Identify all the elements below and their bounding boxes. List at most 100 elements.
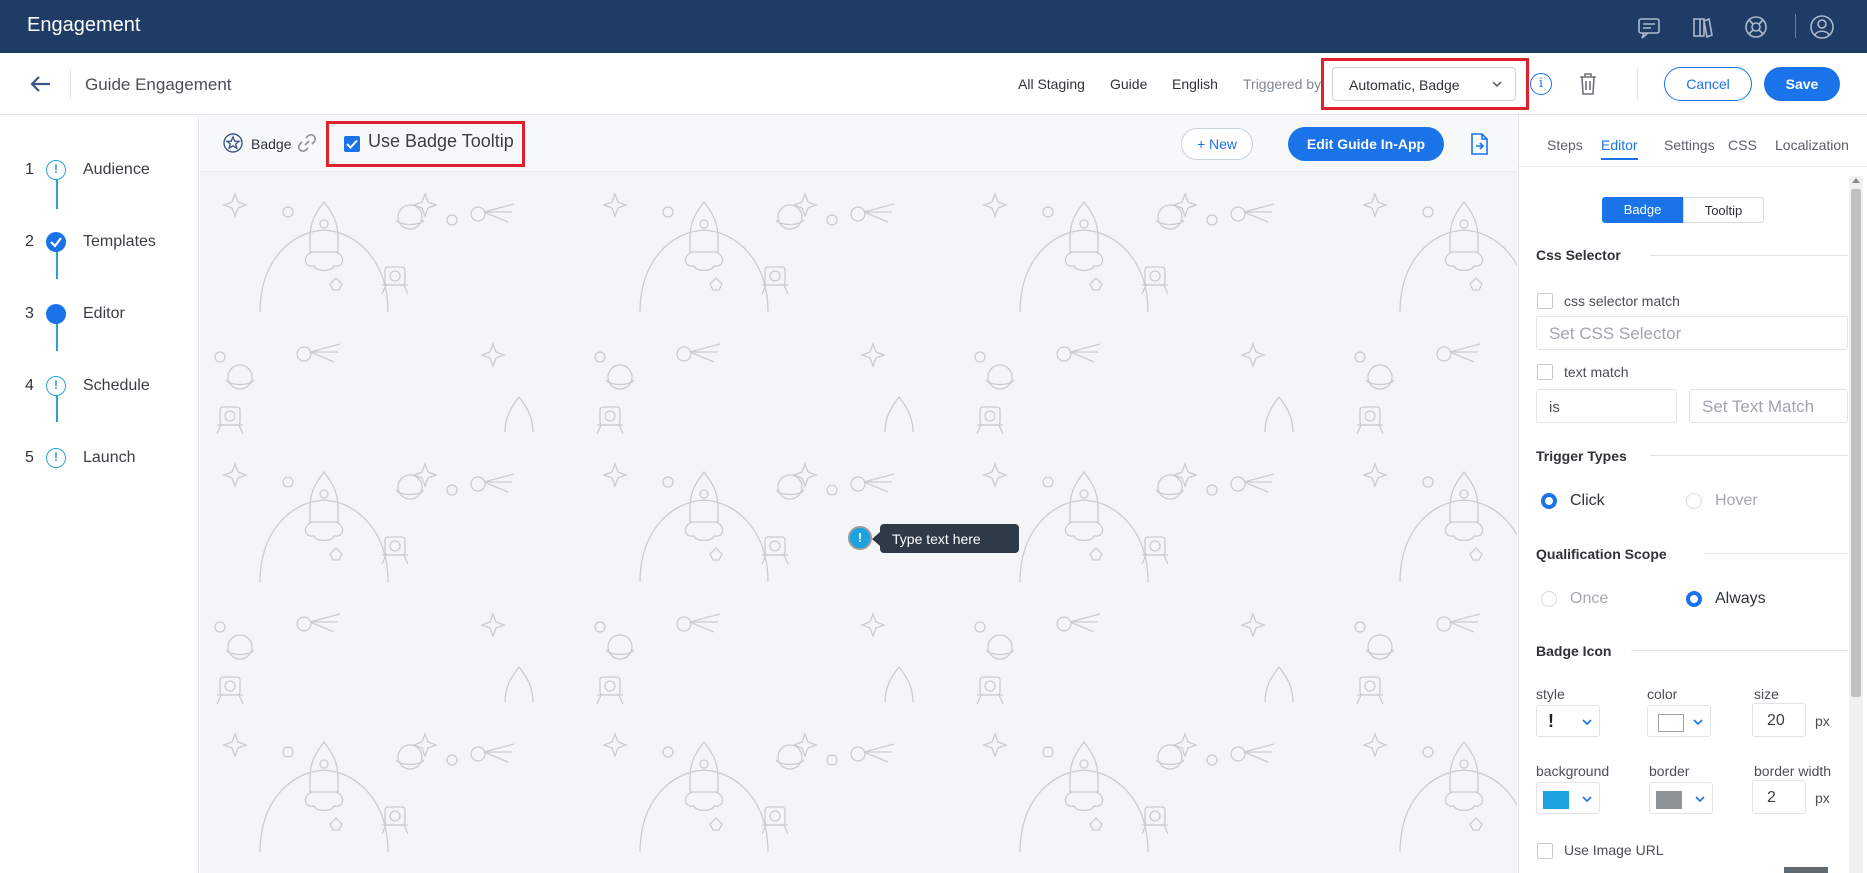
current-step-icon — [46, 304, 66, 324]
qualification-scope-heading: Qualification Scope — [1536, 546, 1667, 562]
space-background-pattern — [200, 172, 1517, 873]
segment-tooltip[interactable]: Tooltip — [1683, 197, 1764, 223]
size-label: size — [1754, 686, 1779, 702]
text-match-checkbox[interactable] — [1537, 364, 1553, 380]
use-badge-tooltip-checkbox[interactable] — [344, 136, 360, 152]
triggered-by-value: Automatic, Badge — [1349, 77, 1460, 93]
step-number: 2 — [25, 233, 34, 250]
scope-once-label[interactable]: Once — [1570, 590, 1608, 608]
background-select[interactable] — [1536, 782, 1600, 814]
app-title: Engagement — [27, 14, 141, 36]
border-width-input[interactable]: 2 — [1752, 780, 1806, 814]
scroll-up-icon[interactable] — [1852, 178, 1860, 183]
css-selector-match-checkbox[interactable] — [1537, 293, 1553, 309]
step-schedule[interactable]: 4 ! Schedule — [0, 372, 199, 402]
header-divider-2 — [1637, 67, 1638, 101]
back-arrow-icon[interactable] — [28, 71, 54, 97]
save-button[interactable]: Save — [1764, 67, 1840, 101]
use-badge-tooltip-label[interactable]: Use Badge Tooltip — [368, 131, 514, 152]
background-swatch — [1543, 791, 1569, 809]
chat-icon[interactable] — [1636, 14, 1662, 40]
trigger-hover-radio[interactable] — [1686, 493, 1702, 509]
tab-settings[interactable]: Settings — [1664, 137, 1715, 153]
app-topbar: Engagement — [0, 0, 1867, 53]
use-image-url-checkbox[interactable] — [1537, 843, 1553, 859]
size-input[interactable]: 20 — [1752, 703, 1806, 737]
badge-tooltip[interactable]: Type text here — [872, 524, 1019, 553]
trigger-types-heading: Trigger Types — [1536, 448, 1627, 464]
scope-always-radio[interactable] — [1686, 591, 1702, 607]
style-select[interactable]: ! — [1536, 705, 1600, 737]
book-icon[interactable] — [1689, 14, 1715, 40]
chevron-down-icon — [1492, 81, 1502, 88]
css-selector-input[interactable]: Set CSS Selector — [1536, 316, 1848, 350]
export-document-icon[interactable] — [1468, 132, 1490, 156]
tab-steps[interactable]: Steps — [1547, 137, 1583, 153]
step-number: 4 — [25, 377, 34, 394]
guide-type[interactable]: Guide — [1110, 76, 1147, 92]
editor-toolbar: Badge Use Badge Tooltip + New Edit Guide… — [200, 116, 1517, 172]
step-audience[interactable]: 1 ! Audience — [0, 156, 199, 186]
step-label: Schedule — [83, 377, 150, 394]
trigger-hover-label[interactable]: Hover — [1715, 492, 1758, 510]
text-match-label: text match — [1564, 364, 1629, 380]
step-label: Launch — [83, 449, 136, 466]
badge-star-icon — [223, 133, 243, 153]
editor-canvas[interactable]: ! Type text here — [200, 172, 1517, 873]
active-tab-indicator — [1601, 158, 1638, 160]
step-templates[interactable]: 2 Templates — [0, 228, 199, 258]
css-selector-match-label: css selector match — [1564, 293, 1680, 309]
triggered-by-select[interactable]: Automatic, Badge — [1332, 67, 1516, 101]
properties-panel: Steps Editor Settings CSS Localization B… — [1518, 116, 1867, 873]
link-icon[interactable] — [296, 132, 318, 154]
step-number: 5 — [25, 449, 34, 466]
edit-guide-inapp-button[interactable]: Edit Guide In-App — [1288, 127, 1444, 161]
color-label: color — [1647, 686, 1678, 702]
environment-selector[interactable]: All Staging — [1018, 76, 1085, 92]
tabs-divider — [1519, 166, 1867, 167]
text-match-input[interactable]: Set Text Match — [1689, 389, 1848, 423]
language-selector[interactable]: English — [1172, 76, 1218, 92]
user-icon[interactable] — [1809, 14, 1835, 40]
size-unit: px — [1815, 713, 1830, 729]
text-match-operator-select[interactable]: is — [1536, 389, 1677, 423]
segment-badge[interactable]: Badge — [1602, 197, 1683, 223]
trash-icon[interactable] — [1578, 72, 1598, 96]
support-icon[interactable] — [1743, 14, 1769, 40]
step-editor[interactable]: 3 Editor — [0, 300, 199, 330]
css-selector-heading: Css Selector — [1536, 247, 1621, 263]
scope-always-label[interactable]: Always — [1715, 590, 1766, 608]
border-swatch — [1656, 791, 1682, 809]
tab-css[interactable]: CSS — [1728, 137, 1757, 153]
color-swatch — [1658, 714, 1684, 732]
scope-once-radio[interactable] — [1541, 591, 1557, 607]
badge-icon[interactable]: ! — [848, 526, 872, 550]
new-button[interactable]: + New — [1181, 128, 1253, 160]
warning-icon: ! — [46, 160, 66, 180]
tooltip-text[interactable]: Type text here — [892, 531, 981, 547]
chevron-down-icon — [1582, 719, 1592, 726]
step-number: 1 — [25, 161, 34, 178]
section-divider — [1650, 455, 1848, 456]
warning-icon: ! — [46, 376, 66, 396]
section-divider — [1650, 255, 1848, 256]
border-select[interactable] — [1649, 782, 1713, 814]
guide-header: Guide Engagement All Staging Guide Engli… — [0, 53, 1867, 115]
info-icon[interactable]: i — [1530, 73, 1552, 95]
tab-localization[interactable]: Localization — [1775, 137, 1849, 153]
topbar-divider — [1795, 14, 1796, 38]
tab-editor[interactable]: Editor — [1601, 137, 1638, 153]
step-launch[interactable]: 5 ! Launch — [0, 444, 199, 474]
use-image-url-label: Use Image URL — [1564, 842, 1664, 858]
page-title: Guide Engagement — [85, 75, 232, 94]
panel-scrollbar-thumb[interactable] — [1851, 189, 1861, 697]
trigger-click-radio[interactable] — [1541, 493, 1557, 509]
trigger-click-label[interactable]: Click — [1570, 492, 1605, 510]
border-width-unit: px — [1815, 790, 1830, 806]
color-select[interactable] — [1647, 705, 1711, 737]
cancel-button[interactable]: Cancel — [1664, 67, 1752, 101]
chevron-down-icon — [1695, 796, 1705, 803]
step-label: Editor — [83, 305, 125, 322]
chevron-down-icon — [1582, 796, 1592, 803]
warning-icon: ! — [46, 448, 66, 468]
